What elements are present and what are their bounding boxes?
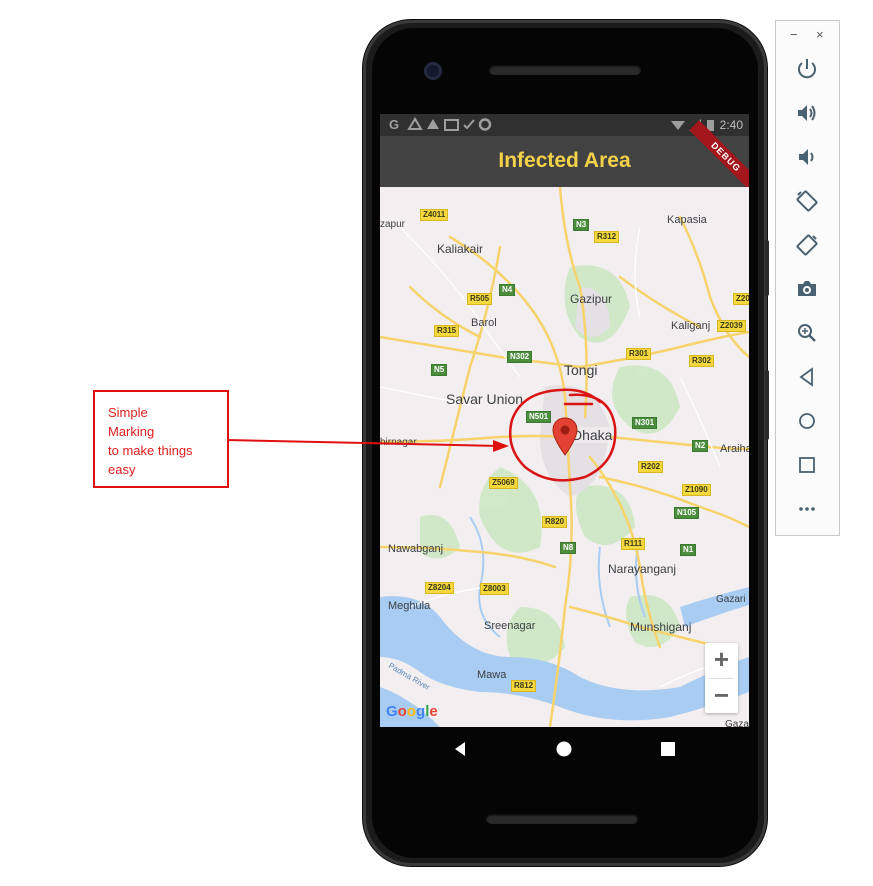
road-shield: R302 bbox=[689, 355, 715, 367]
svg-text:G: G bbox=[389, 117, 403, 131]
place-label: Kaliganj bbox=[671, 320, 711, 332]
road-shield: N3 bbox=[573, 219, 590, 231]
google-logo-letters: G bbox=[386, 703, 398, 720]
nav-back-icon[interactable] bbox=[452, 741, 468, 757]
camera-icon[interactable] bbox=[795, 277, 819, 301]
road-shield: N302 bbox=[507, 351, 533, 363]
road-shield: N105 bbox=[674, 507, 700, 519]
zoom-out-button[interactable]: − bbox=[705, 679, 738, 713]
road-shield: N301 bbox=[632, 417, 658, 429]
bottom-speaker bbox=[486, 814, 638, 824]
annotation-note: Simple Marking to make things easy bbox=[93, 390, 229, 488]
volume-key bbox=[765, 370, 769, 440]
road-shield: R505 bbox=[467, 293, 493, 305]
rotate-right-icon[interactable] bbox=[795, 233, 819, 257]
road-shield: N4 bbox=[499, 284, 516, 296]
road-shield: R812 bbox=[511, 680, 537, 692]
nav-home-icon[interactable] bbox=[556, 741, 572, 757]
rotate-left-icon[interactable] bbox=[795, 189, 819, 213]
road-shield: R315 bbox=[434, 325, 460, 337]
zoom-controls: + − bbox=[705, 643, 738, 713]
road-shield: N8 bbox=[560, 542, 577, 554]
nav-recents-icon[interactable] bbox=[661, 742, 675, 756]
android-nav-bar bbox=[380, 727, 749, 771]
place-label: Gazar bbox=[725, 719, 749, 727]
power-key bbox=[765, 240, 769, 296]
power-icon[interactable] bbox=[795, 57, 819, 81]
place-label: Nawabganj bbox=[388, 543, 444, 555]
place-label: Gazari bbox=[716, 594, 746, 605]
google-logo-letters: g bbox=[416, 703, 426, 720]
google-logo-letters: o bbox=[397, 703, 407, 720]
google-logo-letters: e bbox=[429, 703, 438, 720]
google-logo[interactable]: Google bbox=[386, 703, 438, 720]
place-label: Mawa bbox=[477, 669, 507, 681]
back-icon[interactable] bbox=[795, 365, 819, 389]
volume-down-icon[interactable] bbox=[795, 145, 819, 169]
road-shield: Z4011 bbox=[420, 209, 449, 221]
place-label: Sreenagar bbox=[484, 620, 536, 632]
earpiece-speaker bbox=[489, 65, 641, 75]
minimize-button[interactable]: − bbox=[790, 27, 798, 42]
page-title: Infected Area bbox=[498, 149, 631, 172]
place-label: zapur bbox=[380, 219, 406, 230]
road-shield: Z8003 bbox=[480, 583, 509, 595]
place-label: Barol bbox=[471, 317, 497, 329]
road-shield: N2 bbox=[692, 440, 709, 452]
road-shield: N1 bbox=[680, 544, 697, 556]
place-label: Kaliakair bbox=[437, 242, 484, 256]
road-shield: R312 bbox=[594, 231, 620, 243]
home-icon[interactable] bbox=[795, 409, 819, 433]
place-label: Meghula bbox=[388, 600, 431, 612]
road-shield: Z20 bbox=[733, 293, 749, 305]
road-shield: Z2039 bbox=[717, 320, 746, 332]
close-button[interactable]: × bbox=[816, 27, 824, 42]
road-shield: R202 bbox=[638, 461, 664, 473]
road-shield: R111 bbox=[621, 538, 646, 550]
road-shield: R820 bbox=[542, 516, 568, 528]
notification-icons: G bbox=[389, 117, 509, 134]
road-shield: R301 bbox=[626, 348, 652, 360]
place-label: Munshiganj bbox=[630, 620, 692, 634]
app-bar: Infected Area DEBUG bbox=[380, 120, 749, 194]
place-label: Tongi bbox=[564, 362, 598, 378]
emulator-toolbar: − × bbox=[775, 20, 840, 536]
annotation-text: Simple Marking to make things easy bbox=[108, 405, 193, 477]
zoom-icon[interactable] bbox=[795, 321, 819, 345]
place-label: Araiha bbox=[720, 443, 749, 455]
device-screen: G 2:40 Infected Area DEBUG Kaliakair Kap… bbox=[380, 114, 749, 727]
more-icon[interactable] bbox=[795, 497, 819, 521]
road-shield: Z1090 bbox=[682, 484, 711, 496]
overview-icon[interactable] bbox=[795, 453, 819, 477]
location-pin-icon[interactable] bbox=[552, 417, 578, 457]
google-logo-letters: o bbox=[406, 703, 417, 720]
volume-up-icon[interactable] bbox=[795, 101, 819, 125]
road-shield: N5 bbox=[431, 364, 448, 376]
status-time: 2:40 bbox=[719, 118, 743, 132]
annotation-arrow bbox=[226, 439, 509, 452]
road-shield: Z8204 bbox=[425, 582, 454, 594]
front-camera bbox=[424, 62, 442, 80]
place-label: Kapasia bbox=[667, 214, 707, 226]
zoom-in-button[interactable]: + bbox=[705, 643, 738, 677]
place-label: Gazipur bbox=[570, 292, 613, 306]
place-label: Narayanganj bbox=[608, 562, 677, 576]
